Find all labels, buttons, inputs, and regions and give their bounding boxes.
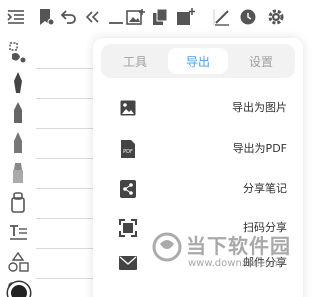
pencil-icon[interactable] xyxy=(6,100,30,126)
pdf-icon-text: PDF xyxy=(123,149,133,155)
popup-tabs: 工具 导出 设置 xyxy=(101,44,295,78)
copy-icon[interactable] xyxy=(150,7,170,27)
left-toolbar xyxy=(0,34,36,297)
export-pdf-item[interactable]: PDF 导出为PDF xyxy=(93,134,303,164)
watermark-url: www.downxia.com xyxy=(188,258,282,269)
color-dot-icon[interactable] xyxy=(8,282,30,297)
gear-icon[interactable] xyxy=(266,7,286,27)
share-icon xyxy=(119,179,137,199)
tab-export[interactable]: 导出 xyxy=(168,48,228,74)
undo-icon[interactable] xyxy=(58,7,78,27)
export-image-label: 导出为图片 xyxy=(232,101,287,114)
highlighter-icon[interactable] xyxy=(6,160,30,186)
clock-icon[interactable] xyxy=(238,7,258,27)
tab-settings[interactable]: 设置 xyxy=(231,48,291,74)
image-add-icon[interactable] xyxy=(126,7,146,27)
image-icon xyxy=(119,98,137,118)
underline-icon[interactable] xyxy=(106,7,126,27)
tab-tools[interactable]: 工具 xyxy=(105,48,165,74)
pen-icon[interactable] xyxy=(212,7,232,27)
watermark: 当下软件园 www.downxia.com xyxy=(150,228,296,290)
scan-icon xyxy=(119,218,137,238)
top-toolbar xyxy=(0,0,296,34)
bookmark-edit-icon[interactable] xyxy=(36,7,56,27)
watermark-name: 当下软件园 xyxy=(186,234,291,258)
shapes-icon[interactable] xyxy=(6,250,30,276)
eraser-icon[interactable] xyxy=(6,190,30,216)
share-note-label: 分享笔记 xyxy=(243,182,287,195)
text-tool-icon[interactable] xyxy=(6,220,30,246)
double-chevron-left-icon[interactable] xyxy=(82,7,102,27)
list-indent-icon[interactable] xyxy=(6,7,26,27)
shape-add-icon[interactable] xyxy=(176,7,196,27)
export-image-item[interactable]: 导出为图片 xyxy=(93,93,303,123)
lasso-icon[interactable] xyxy=(6,40,30,66)
export-pdf-label: 导出为PDF xyxy=(232,142,287,155)
share-note-item[interactable]: 分享笔记 xyxy=(93,174,303,204)
watermark-logo-icon xyxy=(152,232,182,262)
fountain-pen-icon[interactable] xyxy=(6,70,30,96)
pdf-icon: PDF xyxy=(119,139,137,159)
marker-icon[interactable] xyxy=(6,130,30,156)
mail-icon xyxy=(119,253,137,273)
